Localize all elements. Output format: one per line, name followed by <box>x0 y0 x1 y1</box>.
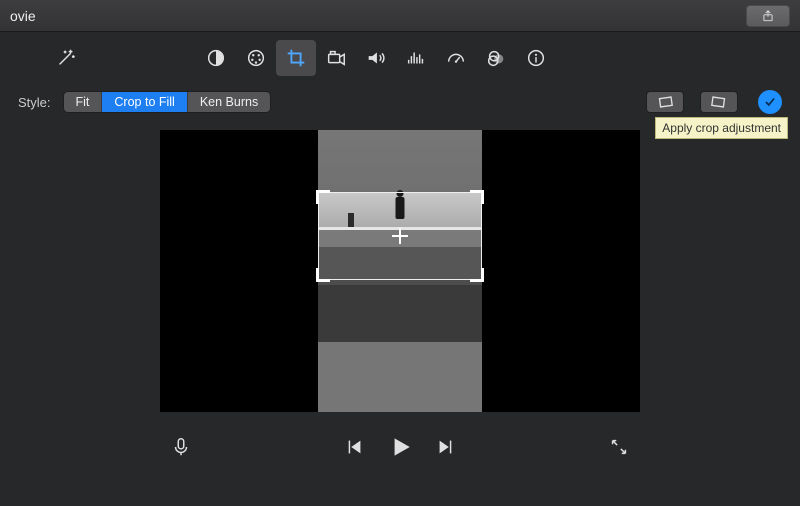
play-button[interactable] <box>387 434 413 460</box>
info-button[interactable] <box>516 40 556 76</box>
magic-wand-icon <box>55 47 77 69</box>
apply-tooltip: Apply crop adjustment <box>655 117 788 139</box>
rotate-cw-button[interactable] <box>700 91 738 113</box>
color-palette-icon <box>245 47 267 69</box>
equalizer-icon <box>405 47 427 69</box>
color-correct-button[interactable] <box>236 40 276 76</box>
crop-rectangle[interactable] <box>318 192 482 280</box>
microphone-icon <box>170 436 192 458</box>
crop-handle-bottom-left[interactable] <box>316 268 330 282</box>
camera-icon <box>325 47 347 69</box>
crop-handle-bottom-right[interactable] <box>470 268 484 282</box>
play-icon <box>387 434 413 460</box>
color-balance-button[interactable] <box>196 40 236 76</box>
magic-wand-button[interactable] <box>46 40 86 76</box>
crop-handle-top-left[interactable] <box>316 190 330 204</box>
style-option-fit[interactable]: Fit <box>64 92 103 112</box>
style-option-crop-to-fill[interactable]: Crop to Fill <box>102 92 187 112</box>
share-icon <box>761 9 775 23</box>
crop-style-row: Style: Fit Crop to Fill Ken Burns Apply … <box>0 84 800 120</box>
info-icon <box>525 47 547 69</box>
style-option-ken-burns[interactable]: Ken Burns <box>188 92 270 112</box>
stabilize-button[interactable] <box>316 40 356 76</box>
expand-arrows-icon <box>608 436 630 458</box>
skip-back-icon <box>343 436 365 458</box>
filters-button[interactable] <box>476 40 516 76</box>
fullscreen-button[interactable] <box>608 436 630 458</box>
volume-button[interactable] <box>356 40 396 76</box>
titlebar: ovie <box>0 0 800 32</box>
share-button[interactable] <box>746 5 790 27</box>
speaker-icon <box>365 47 387 69</box>
video-preview[interactable] <box>160 130 640 412</box>
voiceover-button[interactable] <box>170 436 192 458</box>
apply-crop-button[interactable]: Apply crop adjustment <box>758 90 782 114</box>
crop-icon <box>285 47 307 69</box>
checkmark-icon <box>763 95 777 109</box>
crop-handle-top-right[interactable] <box>470 190 484 204</box>
window-title: ovie <box>10 8 36 24</box>
eq-button[interactable] <box>396 40 436 76</box>
skip-forward-button[interactable] <box>435 436 457 458</box>
speedometer-icon <box>445 47 467 69</box>
crop-center-crosshair <box>392 228 408 244</box>
overlap-circles-icon <box>485 47 507 69</box>
crop-button[interactable] <box>276 40 316 76</box>
style-segmented-control: Fit Crop to Fill Ken Burns <box>63 91 272 113</box>
skip-back-button[interactable] <box>343 436 365 458</box>
rotate-cw-icon <box>709 95 729 109</box>
playback-controls <box>0 422 800 472</box>
skip-forward-icon <box>435 436 457 458</box>
speed-button[interactable] <box>436 40 476 76</box>
rotate-ccw-icon <box>655 95 675 109</box>
color-balance-icon <box>205 47 227 69</box>
style-label: Style: <box>18 95 51 110</box>
adjustments-toolbar <box>0 32 800 84</box>
rotate-ccw-button[interactable] <box>646 91 684 113</box>
